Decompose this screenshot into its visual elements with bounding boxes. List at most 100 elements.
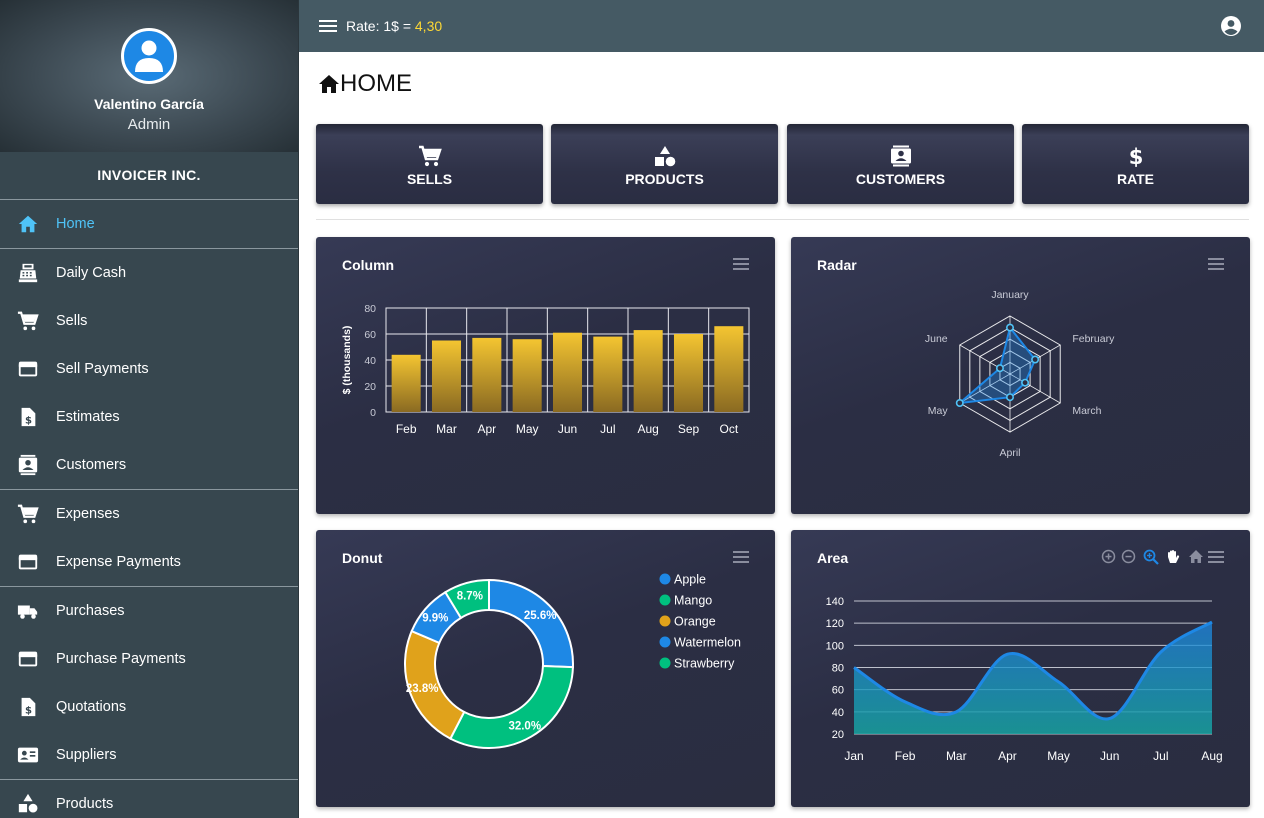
x-tick-label: Jun (1100, 749, 1119, 763)
sidebar-item-home[interactable]: Home (0, 200, 298, 248)
sidebar-item-label: Daily Cash (56, 265, 127, 281)
pan-hand-icon[interactable] (1165, 549, 1181, 565)
bar (391, 354, 421, 412)
quick-customers-button[interactable]: CUSTOMERS (787, 124, 1014, 204)
sidebar-item-sell-payments[interactable]: Sell Payments (0, 345, 298, 393)
menu-icon[interactable] (1208, 257, 1224, 271)
zoom-out-icon[interactable] (1121, 549, 1136, 564)
sidebar-item-label: Customers (56, 457, 127, 473)
radar-point (1006, 393, 1015, 402)
svg-text:$: $ (1128, 145, 1143, 167)
radar-point (1006, 323, 1015, 332)
x-tick-label: Mar (946, 749, 967, 763)
card-account-icon (16, 743, 40, 767)
rate-display: Rate: 1$ = 4,30 (346, 18, 442, 34)
sidebar-item-suppliers[interactable]: Suppliers (0, 731, 298, 779)
rate-value: 4,30 (414, 18, 443, 34)
x-tick-label: Apr (998, 749, 1017, 763)
zoom-select-icon[interactable] (1143, 549, 1159, 565)
y-tick-label: 80 (832, 663, 844, 675)
cart-icon (16, 309, 40, 333)
legend-label: Orange (674, 615, 716, 629)
nav-group: Purchases Purchase Payments $ Quotations Sup… (0, 587, 298, 780)
svg-text:$: $ (25, 705, 32, 716)
top-bar: Rate: 1$ = 4,30 (299, 0, 1264, 52)
zoom-in-icon[interactable] (1101, 549, 1116, 564)
y-tick-label: 100 (826, 640, 844, 652)
legend-label: Watermelon (674, 636, 741, 650)
x-tick-label: May (1047, 749, 1070, 763)
sidebar-item-label: Home (56, 216, 95, 232)
quick-customers-label: CUSTOMERS (855, 171, 946, 187)
sidebar: Valentino García Admin INVOICER INC. Hom… (0, 0, 299, 818)
sidebar-item-label: Estimates (56, 409, 120, 425)
x-tick-label: Sep (678, 422, 700, 436)
dollar-file-icon: $ (16, 405, 40, 429)
column-chart-card: 0 20 40 60 80 Feb Mar Apr May Jun Jul Aug Sep Oct $ (t… (316, 237, 775, 514)
home-icon (16, 212, 40, 236)
sidebar-item-products[interactable]: Products (0, 780, 298, 818)
bar (512, 339, 542, 412)
column-chart: 0 20 40 60 80 Feb Mar Apr May Jun Jul Aug Sep Oct $ (t… (341, 303, 750, 436)
user-name: Valentino García (94, 96, 204, 112)
sidebar-item-estimates[interactable]: $ Estimates (0, 393, 298, 441)
legend-marker (659, 615, 671, 627)
sidebar-item-purchases[interactable]: Purchases (0, 587, 298, 635)
legend-label: Apple (674, 573, 706, 587)
reset-home-icon[interactable] (1188, 549, 1204, 564)
shapes-icon (16, 792, 40, 816)
account-circle-icon[interactable] (1220, 15, 1242, 37)
sidebar-item-sells[interactable]: Sells (0, 297, 298, 345)
menu-icon[interactable] (318, 18, 338, 34)
sidebar-item-expenses[interactable]: Expenses (0, 490, 298, 538)
cash-register-icon (16, 261, 40, 285)
area-chart: 20 40 60 80 100 120 140 Jan Feb Mar Apr May Jun Jul Au… (826, 596, 1223, 763)
legend-marker (659, 594, 671, 606)
avatar[interactable] (121, 28, 177, 84)
sidebar-item-expense-payments[interactable]: Expense Payments (0, 538, 298, 586)
legend-marker (659, 573, 671, 585)
y-axis-label: $ (thousands) (341, 326, 353, 395)
credit-card-icon (16, 647, 40, 671)
card-title: Radar (817, 257, 857, 273)
quick-sells-button[interactable]: SELLS (316, 124, 543, 204)
donut-slice (488, 578, 574, 669)
sidebar-item-label: Products (56, 796, 114, 812)
y-tick-label: 120 (826, 618, 844, 630)
radar-axis-label: June (925, 333, 948, 345)
menu-icon[interactable] (733, 550, 749, 564)
sidebar-item-label: Sell Payments (56, 361, 149, 377)
menu-icon[interactable] (733, 257, 749, 271)
sidebar-item-quotations[interactable]: $ Quotations (0, 683, 298, 731)
nav-group: Products (0, 780, 298, 818)
bar (714, 326, 744, 412)
radar-axis-label: January (991, 289, 1029, 301)
bar (593, 336, 623, 412)
radar-chart: January February March April May June (925, 289, 1115, 459)
card-title: Column (342, 257, 395, 273)
quick-rate-button[interactable]: $ RATE (1022, 124, 1249, 204)
dollar-file-icon: $ (16, 695, 40, 719)
radar-axis-label: May (928, 405, 949, 417)
shapes-icon (654, 146, 675, 167)
quick-products-label: PRODUCTS (625, 171, 704, 187)
donut-chart-card: 25.6% 32.0% 23.8% 9.9% 8.7% Apple Mango Orange W… (316, 530, 775, 807)
quick-rate-label: RATE (1116, 171, 1155, 187)
menu-icon[interactable] (1208, 550, 1224, 564)
y-tick-label: 40 (364, 355, 376, 367)
donut-slice (449, 664, 574, 749)
donut-value-label: 9.9% (422, 613, 448, 625)
radar-point (955, 399, 964, 408)
contacts-icon (890, 145, 911, 167)
legend-label: Mango (674, 594, 712, 608)
sidebar-item-label: Expenses (56, 506, 120, 522)
page-title: HOME (318, 70, 412, 98)
donut-value-label: 25.6% (524, 610, 557, 622)
bar (472, 337, 502, 412)
sidebar-item-daily-cash[interactable]: Daily Cash (0, 249, 298, 297)
quick-products-button[interactable]: PRODUCTS (551, 124, 778, 204)
sidebar-item-purchase-payments[interactable]: Purchase Payments (0, 635, 298, 683)
sidebar-item-customers[interactable]: Customers (0, 441, 298, 489)
company-name: INVOICER INC. (0, 152, 298, 200)
bar (431, 340, 462, 412)
